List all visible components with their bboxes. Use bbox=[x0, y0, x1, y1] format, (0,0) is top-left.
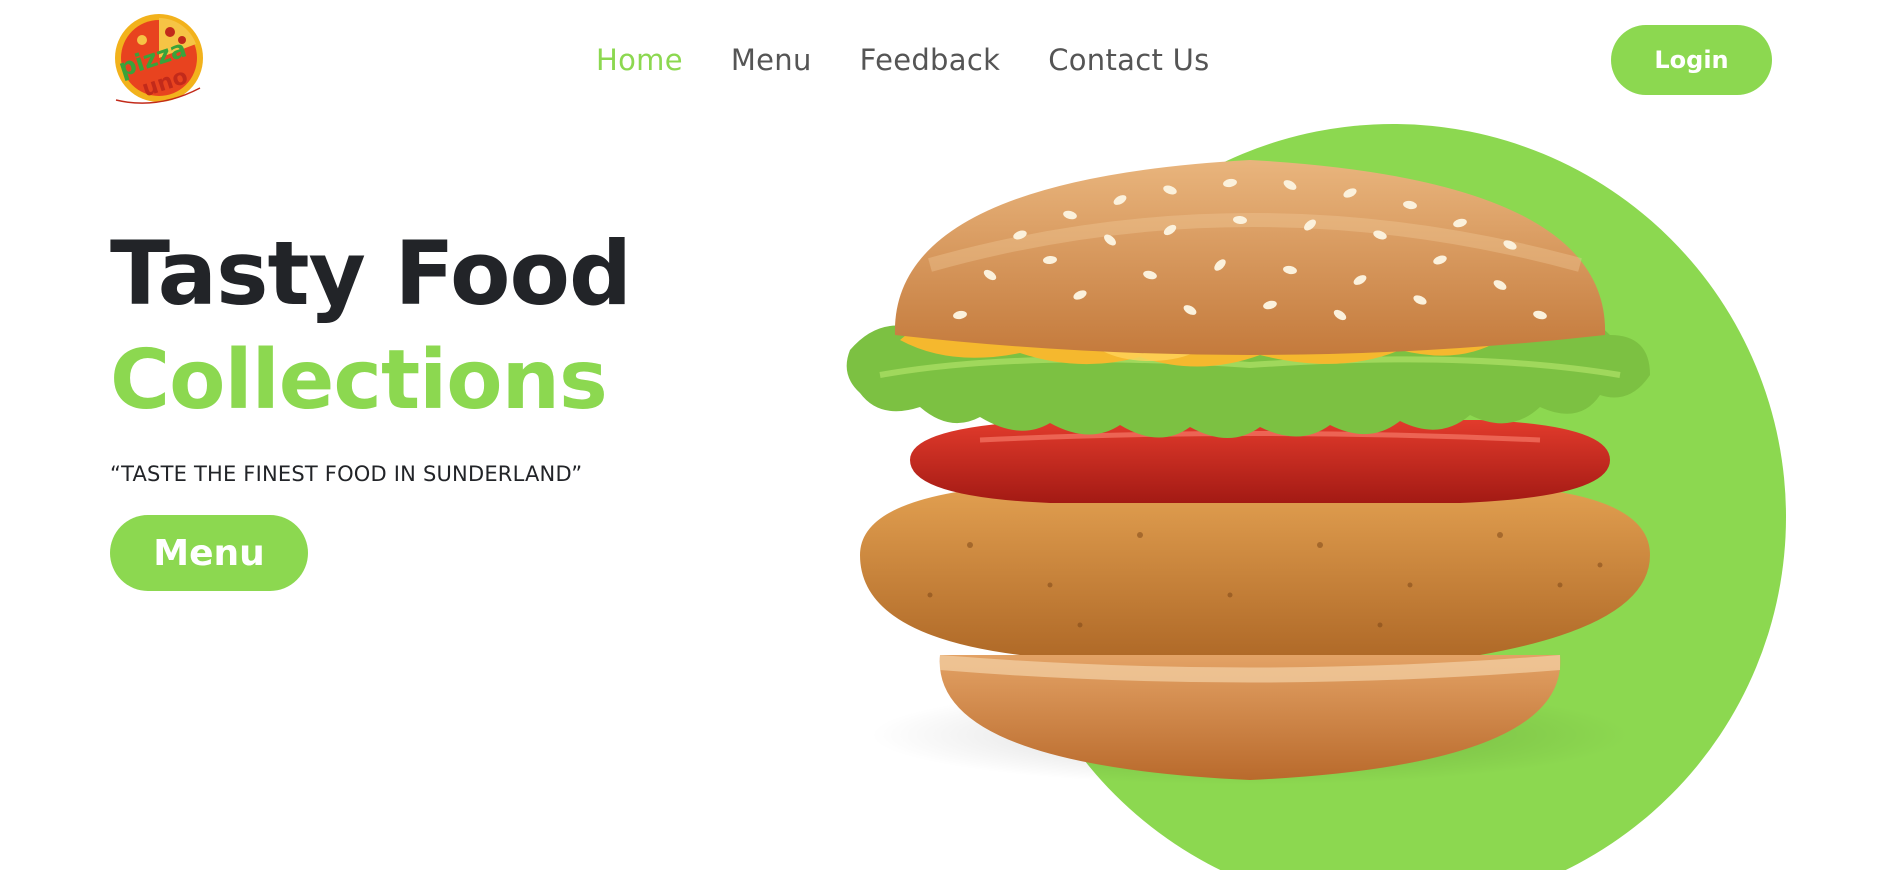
hero-subtitle: Collections bbox=[110, 333, 608, 428]
pizza-uno-logo[interactable]: pizza uno bbox=[108, 10, 210, 112]
nav-feedback[interactable]: Feedback bbox=[860, 43, 1001, 77]
hero-title: Tasty Food bbox=[110, 222, 632, 325]
burger-image bbox=[846, 160, 1650, 785]
hero-tagline: “TASTE THE FINEST FOOD IN SUNDERLAND” bbox=[110, 462, 583, 486]
main-nav: Home Menu Feedback Contact Us bbox=[596, 38, 1210, 82]
hero-menu-button[interactable]: Menu bbox=[110, 515, 308, 591]
nav-home[interactable]: Home bbox=[596, 43, 683, 77]
nav-menu[interactable]: Menu bbox=[731, 43, 812, 77]
login-button[interactable]: Login bbox=[1611, 25, 1772, 95]
nav-contact-us[interactable]: Contact Us bbox=[1048, 43, 1209, 77]
landing-page: pizza uno Home Menu Feedback Contact Us … bbox=[0, 0, 1890, 870]
